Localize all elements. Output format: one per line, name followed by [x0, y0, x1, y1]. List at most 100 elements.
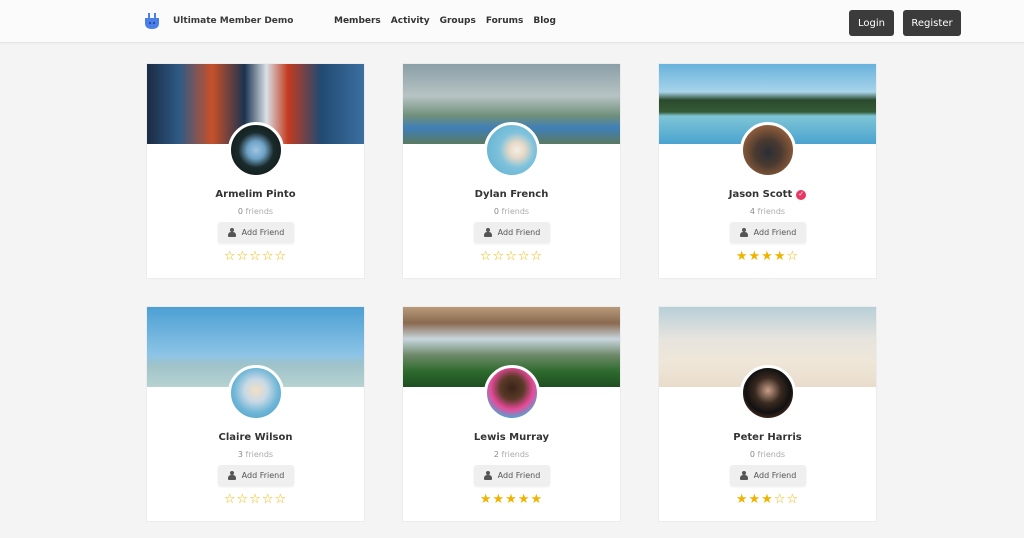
friends-count: 3 friends [147, 450, 364, 459]
member-card: Lewis Murray 2 friends Add Friend ★★★★★ [402, 306, 621, 522]
star-empty-icon[interactable]: ☆ [274, 492, 287, 507]
friends-count: 2 friends [403, 450, 620, 459]
member-card: Jason Scott ✓ 4 friends Add Friend ★★★★☆ [658, 63, 877, 279]
nav-forums[interactable]: Forums [486, 16, 524, 26]
friends-count-number: 3 [237, 450, 243, 459]
member-name[interactable]: Armelim Pinto [215, 189, 295, 200]
star-empty-icon[interactable]: ☆ [249, 492, 262, 507]
star-filled-icon[interactable]: ★ [480, 492, 493, 507]
avatar[interactable] [484, 365, 540, 421]
member-name[interactable]: Claire Wilson [219, 432, 293, 443]
friends-count: 4 friends [659, 207, 876, 216]
star-rating[interactable]: ☆☆☆☆☆ [147, 250, 364, 264]
star-empty-icon[interactable]: ☆ [262, 249, 275, 264]
star-empty-icon[interactable]: ☆ [224, 492, 237, 507]
star-filled-icon[interactable]: ★ [774, 249, 787, 264]
verified-badge-icon: ✓ [796, 189, 807, 200]
member-name-row: Jason Scott ✓ [659, 189, 876, 200]
login-button[interactable]: Login [849, 10, 894, 36]
add-friend-label: Add Friend [241, 471, 285, 480]
star-rating[interactable]: ☆☆☆☆☆ [147, 493, 364, 507]
friends-count-number: 0 [237, 207, 243, 216]
star-empty-icon[interactable]: ☆ [249, 249, 262, 264]
user-icon [227, 228, 236, 237]
friends-count-number: 2 [493, 450, 499, 459]
avatar[interactable] [740, 122, 796, 178]
site-title[interactable]: Ultimate Member Demo [173, 16, 293, 26]
user-icon [739, 228, 748, 237]
star-filled-icon[interactable]: ★ [761, 492, 774, 507]
member-card: Armelim Pinto 0 friends Add Friend ☆☆☆☆☆ [146, 63, 365, 279]
member-name[interactable]: Jason Scott [729, 189, 792, 200]
star-filled-icon[interactable]: ★ [493, 492, 506, 507]
star-empty-icon[interactable]: ☆ [480, 249, 493, 264]
friends-label: friends [501, 207, 530, 216]
friends-count-number: 4 [749, 207, 755, 216]
nav-members[interactable]: Members [334, 16, 381, 26]
star-empty-icon[interactable]: ☆ [774, 492, 787, 507]
star-empty-icon[interactable]: ☆ [274, 249, 287, 264]
avatar[interactable] [228, 365, 284, 421]
star-empty-icon[interactable]: ☆ [224, 249, 237, 264]
nav-blog[interactable]: Blog [533, 16, 556, 26]
add-friend-button[interactable]: Add Friend [730, 222, 806, 243]
star-empty-icon[interactable]: ☆ [505, 249, 518, 264]
star-filled-icon[interactable]: ★ [749, 249, 762, 264]
member-name[interactable]: Lewis Murray [474, 432, 549, 443]
add-friend-button[interactable]: Add Friend [730, 465, 806, 486]
top-navigation-bar: Ultimate Member Demo Members Activity Gr… [0, 0, 1024, 43]
add-friend-button[interactable]: Add Friend [474, 222, 550, 243]
star-rating[interactable]: ☆☆☆☆☆ [403, 250, 620, 264]
star-rating[interactable]: ★★★★☆ [659, 250, 876, 264]
member-name-row: Claire Wilson [147, 432, 364, 443]
member-name-row: Lewis Murray [403, 432, 620, 443]
star-filled-icon[interactable]: ★ [749, 492, 762, 507]
add-friend-button[interactable]: Add Friend [218, 465, 294, 486]
add-friend-label: Add Friend [753, 471, 797, 480]
friends-label: friends [245, 450, 274, 459]
add-friend-button[interactable]: Add Friend [474, 465, 550, 486]
star-filled-icon[interactable]: ★ [530, 492, 543, 507]
star-empty-icon[interactable]: ☆ [237, 492, 250, 507]
register-button[interactable]: Register [903, 10, 961, 36]
friends-label: friends [757, 450, 786, 459]
star-rating[interactable]: ★★★★★ [403, 493, 620, 507]
star-filled-icon[interactable]: ★ [518, 492, 531, 507]
star-filled-icon[interactable]: ★ [761, 249, 774, 264]
star-empty-icon[interactable]: ☆ [530, 249, 543, 264]
star-empty-icon[interactable]: ☆ [262, 492, 275, 507]
star-empty-icon[interactable]: ☆ [786, 249, 799, 264]
member-name-row: Peter Harris [659, 432, 876, 443]
add-friend-button[interactable]: Add Friend [218, 222, 294, 243]
avatar[interactable] [740, 365, 796, 421]
star-empty-icon[interactable]: ☆ [518, 249, 531, 264]
star-empty-icon[interactable]: ☆ [493, 249, 506, 264]
add-friend-label: Add Friend [497, 471, 541, 480]
star-filled-icon[interactable]: ★ [736, 249, 749, 264]
friends-count: 0 friends [403, 207, 620, 216]
member-name-row: Dylan French [403, 189, 620, 200]
nav-activity[interactable]: Activity [391, 16, 430, 26]
member-name[interactable]: Dylan French [475, 189, 549, 200]
member-name[interactable]: Peter Harris [733, 432, 801, 443]
add-friend-label: Add Friend [241, 228, 285, 237]
avatar[interactable] [228, 122, 284, 178]
star-rating[interactable]: ★★★☆☆ [659, 493, 876, 507]
user-icon [739, 471, 748, 480]
friends-label: friends [501, 450, 530, 459]
star-empty-icon[interactable]: ☆ [237, 249, 250, 264]
main-nav: Members Activity Groups Forums Blog [334, 16, 556, 26]
member-name-row: Armelim Pinto [147, 189, 364, 200]
star-filled-icon[interactable]: ★ [505, 492, 518, 507]
plug-logo-icon[interactable] [145, 13, 159, 30]
add-friend-label: Add Friend [753, 228, 797, 237]
friends-count-number: 0 [749, 450, 755, 459]
friends-label: friends [245, 207, 274, 216]
nav-groups[interactable]: Groups [440, 16, 476, 26]
avatar[interactable] [484, 122, 540, 178]
friends-count-number: 0 [493, 207, 499, 216]
star-empty-icon[interactable]: ☆ [786, 492, 799, 507]
friends-count: 0 friends [659, 450, 876, 459]
friends-label: friends [757, 207, 786, 216]
star-filled-icon[interactable]: ★ [736, 492, 749, 507]
